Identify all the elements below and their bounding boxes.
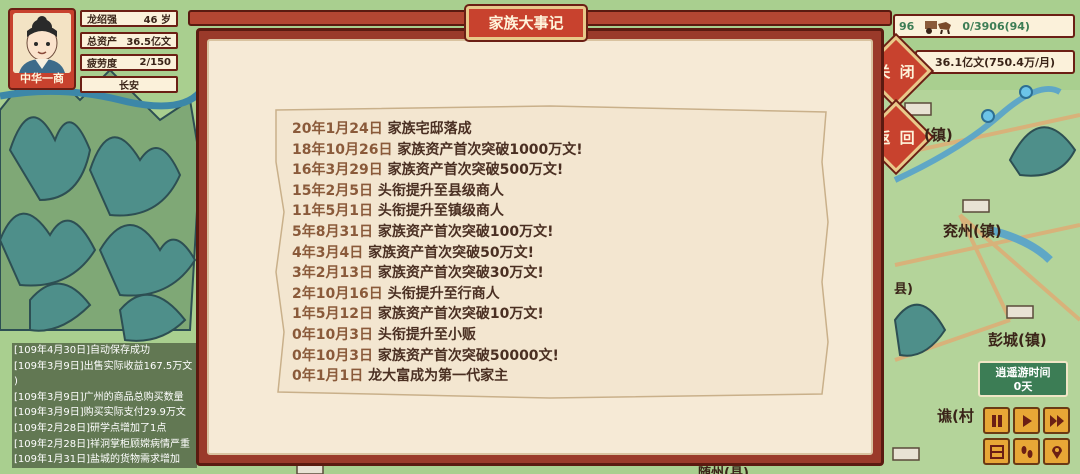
pause-button[interactable] <box>983 407 1010 434</box>
event-text: 头衔提升至县级商人 <box>377 182 504 199</box>
log-line: ) <box>12 374 197 390</box>
fast-forward-icon <box>1049 414 1064 427</box>
current-city: 长安 <box>119 81 139 92</box>
carriage-icon <box>924 18 954 35</box>
event-date: 16年3月29日 <box>292 162 383 179</box>
event-row: 5年8月31日 家族资产首次突破100万文! <box>292 222 812 243</box>
log-line: [109年1月31日]盐城的货物需求增加 <box>12 452 197 468</box>
log-line: [109年3月9日]购买实际支付29.9万文 <box>12 405 197 421</box>
event-date: 0年10月3日 <box>292 347 373 364</box>
town-label-1[interactable]: (镇) <box>924 124 953 145</box>
event-date: 20年1月24日 <box>292 121 383 137</box>
grid-button[interactable] <box>983 438 1010 465</box>
family-history-dialog: 家族大事记 20年1月24日 家族宅邸落成 18年10月26日 家族资产首次突破… <box>188 6 892 470</box>
rank-title: 中华一商 <box>20 72 64 85</box>
event-date: 15年2月5日 <box>292 182 373 199</box>
town-label-yanzhou[interactable]: 兖州(镇) <box>943 220 1002 241</box>
fatigue-row: 疲劳度 2/150 <box>80 54 178 71</box>
event-row: 20年1月24日 家族宅邸落成 <box>292 119 812 140</box>
event-text: 家族资产首次突破50000文! <box>377 347 559 364</box>
player-avatar-panel[interactable]: 中华一商 <box>8 8 76 90</box>
event-text: 家族资产首次突破1000万文! <box>397 141 583 158</box>
log-line: [109年3月9日]广州的商品总购买数量 <box>12 389 197 406</box>
event-text: 家族资产首次突破100万文! <box>377 223 554 240</box>
footprints-icon <box>1021 445 1032 458</box>
event-text: 头衔提升至行商人 <box>387 285 500 302</box>
event-date: 5年8月31日 <box>292 223 373 240</box>
event-text: 龙大富成为第一代家主 <box>368 368 509 385</box>
assets-value: 36.5亿文 <box>126 37 171 48</box>
grid-icon <box>989 444 1004 459</box>
travel-time-box: 逍遥游时间 0天 <box>978 361 1068 397</box>
event-text: 头衔提升至镇级商人 <box>377 203 504 220</box>
carriage-value: 0/3906(94) <box>962 19 1030 33</box>
log-line: [109年4月30日]自动保存成功 <box>12 343 197 359</box>
event-row: 0年1月1日 龙大富成为第一代家主 <box>292 366 812 387</box>
play-button[interactable] <box>1013 407 1040 434</box>
event-date: 3年2月13日 <box>292 265 373 282</box>
player-name-row: 龙绍强 46 岁 <box>80 10 178 27</box>
event-date: 0年1月1日 <box>292 368 364 385</box>
location-button[interactable] <box>1043 438 1070 465</box>
event-row: 1年5月12日 家族资产首次突破10万文! <box>292 304 812 325</box>
pause-icon <box>991 414 1002 427</box>
dialog-title: 家族大事记 <box>466 6 586 40</box>
event-row: 0年10月3日 头衔提升至小贩 <box>292 325 812 346</box>
player-age: 46 岁 <box>143 15 171 26</box>
map-pin-icon <box>1051 445 1062 459</box>
assets-row: 总资产 36.5亿文 <box>80 32 178 49</box>
log-line: [109年2月28日]祥泂掌柜顾嫦病情严重 <box>12 436 197 453</box>
event-row: 16年3月29日 家族资产首次突破500万文! <box>292 160 812 181</box>
town-label-partial: 县) <box>894 282 913 297</box>
event-row: 2年10月16日 头衔提升至行商人 <box>292 284 812 305</box>
log-line: [109年3月9日]出售实际收益167.5万文 <box>12 358 197 375</box>
current-city-row[interactable]: 长安 <box>80 76 178 93</box>
event-row: 11年5月1日 头衔提升至镇级商人 <box>292 201 812 222</box>
town-label-pengcheng[interactable]: 彭城(镇) <box>988 329 1047 350</box>
event-row: 15年2月5日 头衔提升至县级商人 <box>292 181 812 202</box>
log-line: [109年2月28日]研学点增加了1点 <box>12 420 197 437</box>
event-text: 家族宅邸落成 <box>387 121 472 137</box>
carriage-capacity-bar: 96 0/3906(94) <box>893 14 1075 38</box>
event-date: 11年5月1日 <box>292 203 373 220</box>
town-label-qiao[interactable]: 谯(村 <box>937 405 974 426</box>
travel-value: 0天 <box>1013 380 1033 393</box>
travel-label: 逍遥游时间 <box>995 366 1051 379</box>
event-row: 18年10月26日 家族资产首次突破1000万文! <box>292 140 812 161</box>
footprints-button[interactable] <box>1013 438 1040 465</box>
fatigue-value: 2/150 <box>139 57 171 68</box>
assets-label: 总资产 <box>87 37 117 48</box>
event-date: 18年10月26日 <box>292 141 393 158</box>
money-value: 36.1亿文(750.4万/月) <box>934 56 1055 69</box>
event-row: 0年10月3日 家族资产首次突破50000文! <box>292 346 812 367</box>
event-text: 家族资产首次突破500万文! <box>387 162 564 179</box>
fatigue-label: 疲劳度 <box>87 59 117 70</box>
event-row: 3年2月13日 家族资产首次突破30万文! <box>292 263 812 284</box>
event-text: 家族资产首次突破10万文! <box>377 306 544 323</box>
event-date: 1年5月12日 <box>292 306 373 323</box>
event-date: 4年3月4日 <box>292 244 364 261</box>
avatar <box>13 13 71 73</box>
event-text: 家族资产首次突破50万文! <box>368 244 534 261</box>
play-icon <box>1022 414 1032 427</box>
event-text: 家族资产首次突破30万文! <box>377 265 544 282</box>
event-date: 0年10月3日 <box>292 326 373 343</box>
player-name: 龙绍强 <box>87 15 117 26</box>
event-date: 2年10月16日 <box>292 285 383 302</box>
event-log[interactable]: [109年4月30日]自动保存成功 [109年3月9日]出售实际收益167.5万… <box>12 343 197 468</box>
money-bar: 36.1亿文(750.4万/月) <box>915 50 1075 74</box>
event-row: 4年3月4日 家族资产首次突破50万文! <box>292 243 812 264</box>
event-list: 20年1月24日 家族宅邸落成 18年10月26日 家族资产首次突破1000万文… <box>292 119 812 387</box>
event-text: 头衔提升至小贩 <box>377 326 476 343</box>
fast-forward-button[interactable] <box>1043 407 1070 434</box>
partial-value: 96 <box>899 19 915 33</box>
